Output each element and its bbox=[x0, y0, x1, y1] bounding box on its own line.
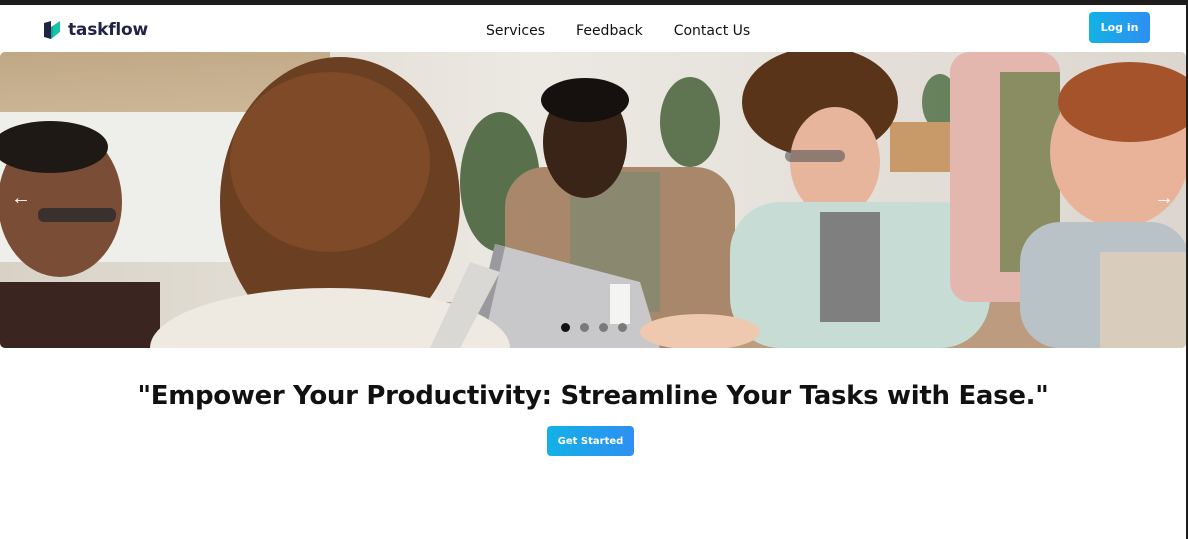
login-button[interactable]: Log in bbox=[1089, 12, 1150, 43]
brand-name: taskflow bbox=[68, 20, 149, 40]
nav-link-feedback[interactable]: Feedback bbox=[576, 23, 643, 39]
taskflow-logo-icon bbox=[44, 21, 60, 39]
navbar: taskflow Services Feedback Contact Us Lo… bbox=[0, 5, 1186, 51]
carousel-indicator-1[interactable] bbox=[561, 323, 570, 332]
carousel-indicator-2[interactable] bbox=[580, 323, 589, 332]
carousel-indicator-4[interactable] bbox=[618, 323, 627, 332]
hero-headline: "Empower Your Productivity: Streamline Y… bbox=[137, 381, 1049, 411]
main-nav: Services Feedback Contact Us bbox=[486, 23, 781, 39]
get-started-button[interactable]: Get Started bbox=[547, 426, 634, 456]
app-window: taskflow Services Feedback Contact Us Lo… bbox=[0, 0, 1188, 539]
nav-link-contact-us[interactable]: Contact Us bbox=[674, 23, 750, 39]
arrow-right-icon[interactable]: → bbox=[1152, 186, 1176, 210]
nav-link-services[interactable]: Services bbox=[486, 23, 545, 39]
hero-carousel: ← → bbox=[0, 52, 1186, 348]
carousel-indicators bbox=[561, 323, 637, 332]
team-meeting-photo bbox=[0, 52, 1186, 348]
carousel-indicator-3[interactable] bbox=[599, 323, 608, 332]
arrow-left-icon[interactable]: ← bbox=[9, 186, 33, 210]
brand-link[interactable]: taskflow bbox=[44, 20, 148, 40]
